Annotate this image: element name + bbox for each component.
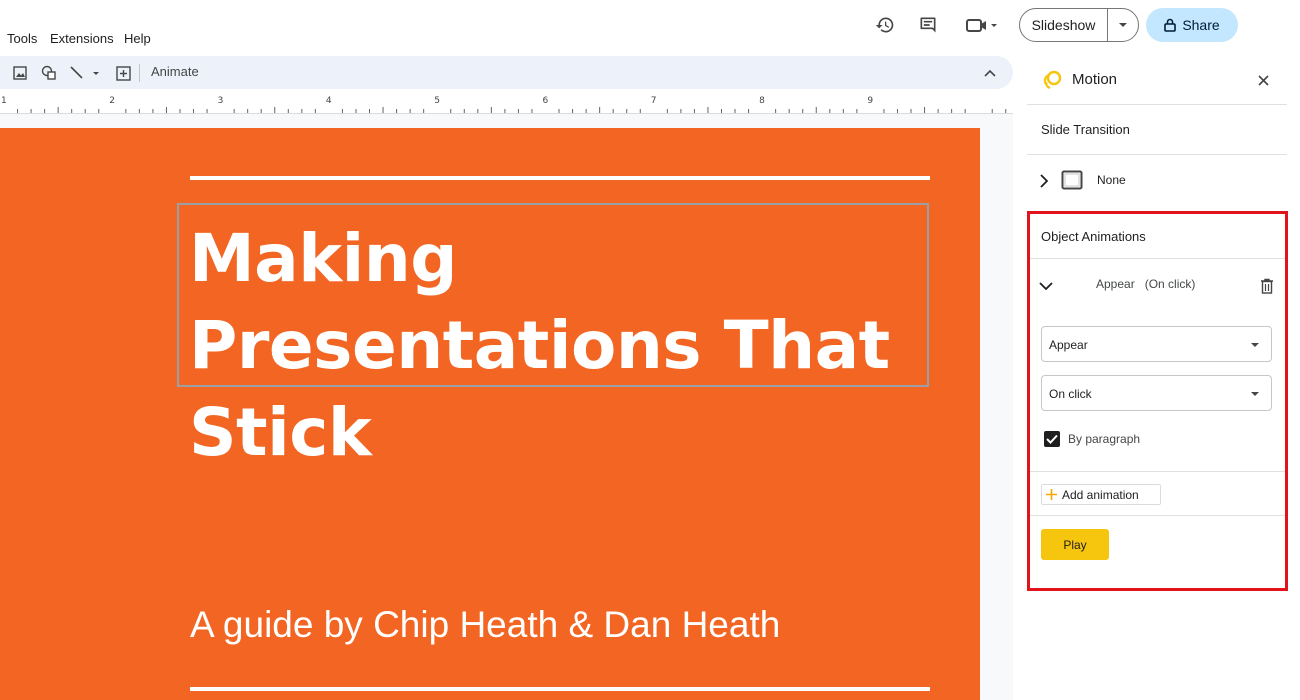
ruler-number: 3 bbox=[217, 96, 224, 106]
object-animations-section: Object Animations Appear (On click) Appe… bbox=[1027, 211, 1288, 591]
animate-button[interactable]: Animate bbox=[151, 64, 199, 79]
panel-divider bbox=[1030, 258, 1285, 259]
transition-thumbnail-icon bbox=[1061, 170, 1083, 190]
effect-select-value: Appear bbox=[1049, 338, 1088, 352]
slide-transition-label: Slide Transition bbox=[1041, 122, 1130, 137]
close-panel-button[interactable] bbox=[1254, 71, 1272, 89]
top-bar: Tools Extensions Help Slideshow Share bbox=[0, 0, 1300, 55]
toolbar-divider bbox=[139, 64, 140, 82]
slide-subtitle[interactable]: A guide by Chip Heath & Dan Heath bbox=[190, 604, 780, 646]
slide-title-line: Presentations That bbox=[189, 307, 890, 384]
image-icon[interactable] bbox=[10, 63, 30, 83]
ruler-ticks bbox=[17, 107, 1007, 113]
slide-bottom-rule bbox=[190, 687, 930, 691]
panel-divider bbox=[1027, 154, 1287, 155]
add-animation-button[interactable]: Add animation bbox=[1041, 484, 1161, 505]
add-animation-label: Add animation bbox=[1062, 487, 1139, 502]
motion-icon bbox=[1043, 70, 1062, 90]
slide-title-line: Stick bbox=[189, 394, 372, 471]
chevron-right-icon bbox=[1040, 174, 1048, 188]
object-animations-label: Object Animations bbox=[1041, 229, 1146, 244]
chevron-up-icon bbox=[984, 69, 996, 77]
play-button[interactable]: Play bbox=[1041, 529, 1109, 560]
menu-help[interactable]: Help bbox=[124, 31, 151, 46]
share-button[interactable]: Share bbox=[1146, 8, 1238, 42]
slideshow-dropdown-button[interactable] bbox=[1108, 9, 1138, 41]
ruler-number: 9 bbox=[867, 96, 874, 106]
slide-transition-row[interactable]: None bbox=[1035, 168, 1275, 194]
effect-select[interactable]: Appear bbox=[1041, 326, 1272, 362]
slide-title-line: Making bbox=[189, 220, 457, 297]
comments-icon[interactable] bbox=[915, 12, 941, 38]
delete-animation-button[interactable] bbox=[1258, 276, 1276, 296]
ruler-number: 6 bbox=[542, 96, 549, 106]
caret-down-icon bbox=[1251, 343, 1259, 347]
slide-title[interactable]: Making Presentations That Stick bbox=[189, 215, 949, 476]
ruler-number: 7 bbox=[650, 96, 657, 106]
trigger-select-value: On click bbox=[1049, 387, 1092, 401]
chevron-down-icon bbox=[1039, 282, 1053, 291]
ruler-number: 1 bbox=[1, 96, 7, 106]
slideshow-button[interactable]: Slideshow bbox=[1020, 9, 1108, 41]
new-slide-icon[interactable] bbox=[113, 63, 133, 83]
caret-down-icon bbox=[1251, 392, 1259, 396]
animation-summary: Appear (On click) bbox=[1096, 277, 1196, 291]
line-icon[interactable] bbox=[67, 63, 103, 83]
menu-tools[interactable]: Tools bbox=[7, 31, 37, 46]
panel-divider bbox=[1030, 471, 1285, 472]
motion-panel: Motion Slide Transition None Object Anim… bbox=[1027, 56, 1288, 700]
motion-panel-header: Motion bbox=[1027, 56, 1288, 104]
slide-top-rule bbox=[190, 176, 930, 180]
horizontal-ruler[interactable]: 1 2 3 4 5 6 7 8 9 bbox=[0, 95, 1013, 115]
ruler-number: 2 bbox=[109, 96, 116, 106]
shape-icon[interactable] bbox=[39, 63, 59, 83]
panel-title: Motion bbox=[1072, 71, 1118, 88]
animation-item[interactable]: Appear (On click) bbox=[1030, 272, 1285, 302]
close-icon bbox=[1257, 74, 1269, 86]
meet-icon[interactable] bbox=[962, 12, 1002, 38]
menu-extensions[interactable]: Extensions bbox=[50, 31, 114, 46]
by-paragraph-checkbox[interactable] bbox=[1044, 431, 1060, 447]
panel-divider bbox=[1030, 515, 1285, 516]
ruler-number: 4 bbox=[325, 96, 332, 106]
panel-divider bbox=[1027, 104, 1287, 105]
slideshow-button-group: Slideshow bbox=[1019, 8, 1139, 42]
by-paragraph-label: By paragraph bbox=[1068, 432, 1141, 446]
chevron-down-icon bbox=[1119, 23, 1127, 27]
by-paragraph-option: By paragraph bbox=[1038, 427, 1238, 453]
plus-icon bbox=[1046, 489, 1057, 500]
lock-icon bbox=[1164, 18, 1177, 32]
slide[interactable]: Making Presentations That Stick A guide … bbox=[0, 128, 980, 700]
checkmark-icon bbox=[1046, 434, 1058, 444]
transition-value: None bbox=[1097, 173, 1126, 187]
toolbar: Animate bbox=[0, 56, 1013, 89]
collapse-toolbar-button[interactable] bbox=[980, 63, 1000, 83]
ruler-number: 5 bbox=[434, 96, 440, 106]
trash-icon bbox=[1261, 278, 1273, 294]
ruler-number: 8 bbox=[759, 96, 765, 106]
version-history-icon[interactable] bbox=[872, 12, 898, 38]
trigger-select[interactable]: On click bbox=[1041, 375, 1272, 411]
share-label: Share bbox=[1182, 17, 1220, 33]
